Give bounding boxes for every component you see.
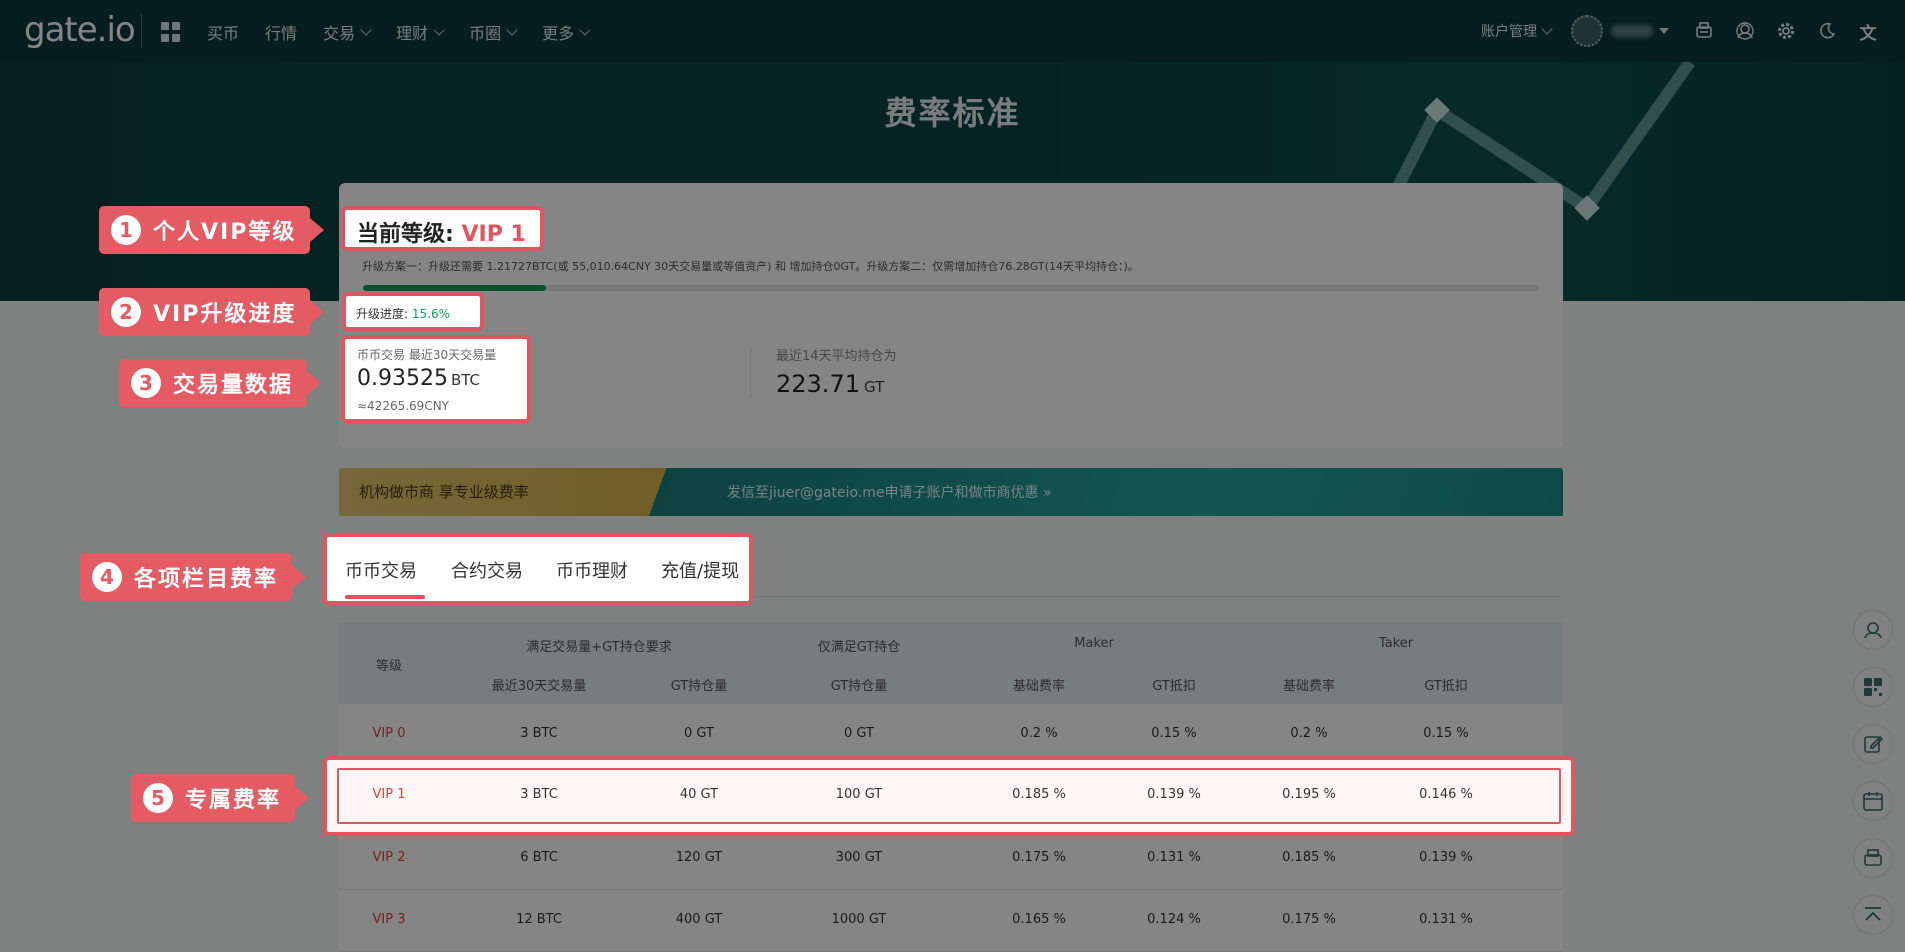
chevron-down-icon	[433, 24, 445, 36]
callout-number: 3	[131, 368, 161, 398]
nav-divider	[141, 14, 142, 48]
apps-grid-icon[interactable]	[161, 22, 181, 42]
th-level: 等级	[375, 659, 402, 674]
avatar[interactable]	[1571, 15, 1603, 47]
upgrade-progress-box: 升级进度: 15.6%	[342, 292, 484, 331]
nav-item-community[interactable]: 币圈	[469, 20, 518, 44]
callout-text: 个人VIP等级	[153, 220, 297, 245]
callout-vip-progress: 2 VIP升级进度	[99, 288, 325, 336]
back-to-top-icon[interactable]	[1853, 895, 1893, 935]
th-group-maker: Maker	[1074, 636, 1114, 651]
gear-icon[interactable]	[1775, 20, 1797, 42]
trade-volume-cny: ≈42265.69CNY	[357, 399, 449, 413]
th-group-gt-only: 仅满足GT持仓	[817, 640, 901, 655]
tab-futures[interactable]: 合约交易	[451, 557, 523, 583]
page-title: 费率标准	[884, 94, 1021, 132]
calendar-icon[interactable]	[1853, 781, 1893, 821]
fee-table-header: 等级 满足交易量+GT持仓要求 仅满足GT持仓 Maker Taker 最近30…	[339, 622, 1563, 704]
nav-item-buy[interactable]: 买币	[207, 20, 239, 44]
th-volume-30d: 最近30天交易量	[491, 679, 587, 694]
callout-number: 4	[92, 562, 122, 592]
chevron-down-icon	[1541, 23, 1553, 35]
trade-volume-value: 0.93525 BTC	[357, 366, 481, 391]
nav-item-trade[interactable]: 交易	[323, 20, 372, 44]
translate-icon[interactable]: 文	[1857, 20, 1879, 44]
upgrade-progress-value: 15.6%	[411, 307, 450, 321]
callout-vip-level: 1 个人VIP等级	[99, 206, 325, 254]
upgrade-plan-text: 升级方案一：升级还需要 1.21727BTC(或 55,010.64CNY 30…	[362, 260, 1139, 273]
tab-deposit-withdraw[interactable]: 充值/提现	[661, 557, 739, 583]
th-maker-gt: GT抵扣	[1152, 679, 1196, 694]
caret-down-icon[interactable]	[1659, 28, 1669, 34]
upgrade-progress-text: 升级进度: 15.6%	[356, 307, 450, 321]
fee-tabs: 币币交易 合约交易 币币理财 充值/提现	[323, 533, 753, 605]
callout-section-fees: 4 各项栏目费率	[80, 553, 307, 601]
th-group-taker: Taker	[1378, 636, 1414, 651]
trade-volume-label: 币币交易 最近30天交易量	[357, 348, 497, 362]
trade-volume-box: 币币交易 最近30天交易量 0.93525 BTC ≈42265.69CNY	[341, 335, 531, 423]
nav-item-more[interactable]: 更多	[542, 20, 591, 44]
tab-spot[interactable]: 币币交易	[345, 557, 417, 583]
download-icon[interactable]	[1693, 20, 1715, 42]
active-tab-indicator	[345, 595, 425, 599]
qr-icon[interactable]	[1853, 667, 1893, 707]
card-divider	[750, 348, 751, 398]
account-menu[interactable]: 账户管理	[1481, 21, 1553, 41]
callout-number: 1	[111, 215, 141, 245]
callout-volume-data: 3 交易量数据	[119, 359, 322, 407]
top-navbar: gate.io 买币 行情 交易 理财 币圈 更多 账户管理 文	[0, 0, 1905, 62]
banner-left-text: 机构做市商 享专业级费率	[359, 483, 529, 501]
th-maker-base: 基础费率	[1012, 679, 1065, 694]
callout-text: 交易量数据	[173, 373, 294, 398]
callout-number: 5	[143, 783, 173, 813]
vip-level-value: VIP 1	[461, 222, 526, 247]
app-download-icon[interactable]	[1853, 838, 1893, 878]
th-gt-hold-only: GT持仓量	[830, 679, 888, 694]
moon-icon[interactable]	[1816, 20, 1838, 42]
chevron-down-icon	[579, 24, 591, 36]
tab-lending[interactable]: 币币理财	[556, 557, 628, 583]
support-icon[interactable]	[1734, 20, 1756, 42]
edit-icon[interactable]	[1853, 724, 1893, 764]
market-maker-banner[interactable]: 机构做市商 享专业级费率 发信至jiuer@gateio.me申请子账户和做市商…	[339, 468, 1563, 516]
table-row: VIP 2 6 BTC 120 GT 300 GT 0.175 % 0.131 …	[339, 828, 1563, 890]
table-row: VIP 3 12 BTC 400 GT 1000 GT 0.165 % 0.12…	[339, 890, 1563, 952]
chevron-down-icon	[360, 24, 372, 36]
gt-hold-value: 223.71 GT	[776, 370, 885, 398]
callout-exclusive-fee: 5 专属费率	[131, 774, 310, 822]
right-nav: 账户管理 文	[1481, 0, 1905, 62]
upgrade-progress-fill	[363, 285, 547, 291]
exclusive-fee-row: VIP 1 3 BTC 40 GT 100 GT 0.185 % 0.139 %…	[323, 756, 1575, 836]
nav-item-finance[interactable]: 理财	[396, 20, 445, 44]
upgrade-progress-bar	[363, 285, 1539, 291]
current-level-box: 当前等级: VIP 1	[341, 206, 544, 251]
callout-number: 2	[111, 297, 141, 327]
th-gt-hold: GT持仓量	[670, 679, 728, 694]
callout-text: VIP升级进度	[153, 302, 297, 327]
headset-icon[interactable]	[1853, 610, 1893, 650]
gt-hold-block: 最近14天平均持仓为 223.71 GT	[776, 345, 897, 398]
gate-logo[interactable]: gate.io	[24, 10, 136, 50]
callout-text: 各项栏目费率	[134, 567, 279, 592]
main-nav: 买币 行情 交易 理财 币圈 更多	[207, 20, 615, 44]
th-taker-gt: GT抵扣	[1424, 679, 1468, 694]
table-row-vip1: VIP 1 3 BTC 40 GT 100 GT 0.185 % 0.139 %…	[337, 768, 1561, 824]
gt-hold-label: 最近14天平均持仓为	[776, 349, 897, 364]
th-taker-base: 基础费率	[1282, 679, 1335, 694]
banner-apply-link[interactable]: 发信至jiuer@gateio.me申请子账户和做市商优惠 »	[727, 482, 1052, 502]
chevron-down-icon	[506, 24, 518, 36]
nav-item-market[interactable]: 行情	[265, 20, 297, 44]
current-level: 当前等级: VIP 1	[357, 222, 526, 247]
username-blurred[interactable]	[1611, 25, 1653, 37]
th-group-volume-gt: 满足交易量+GT持仓要求	[526, 640, 672, 655]
callout-text: 专属费率	[185, 788, 282, 813]
